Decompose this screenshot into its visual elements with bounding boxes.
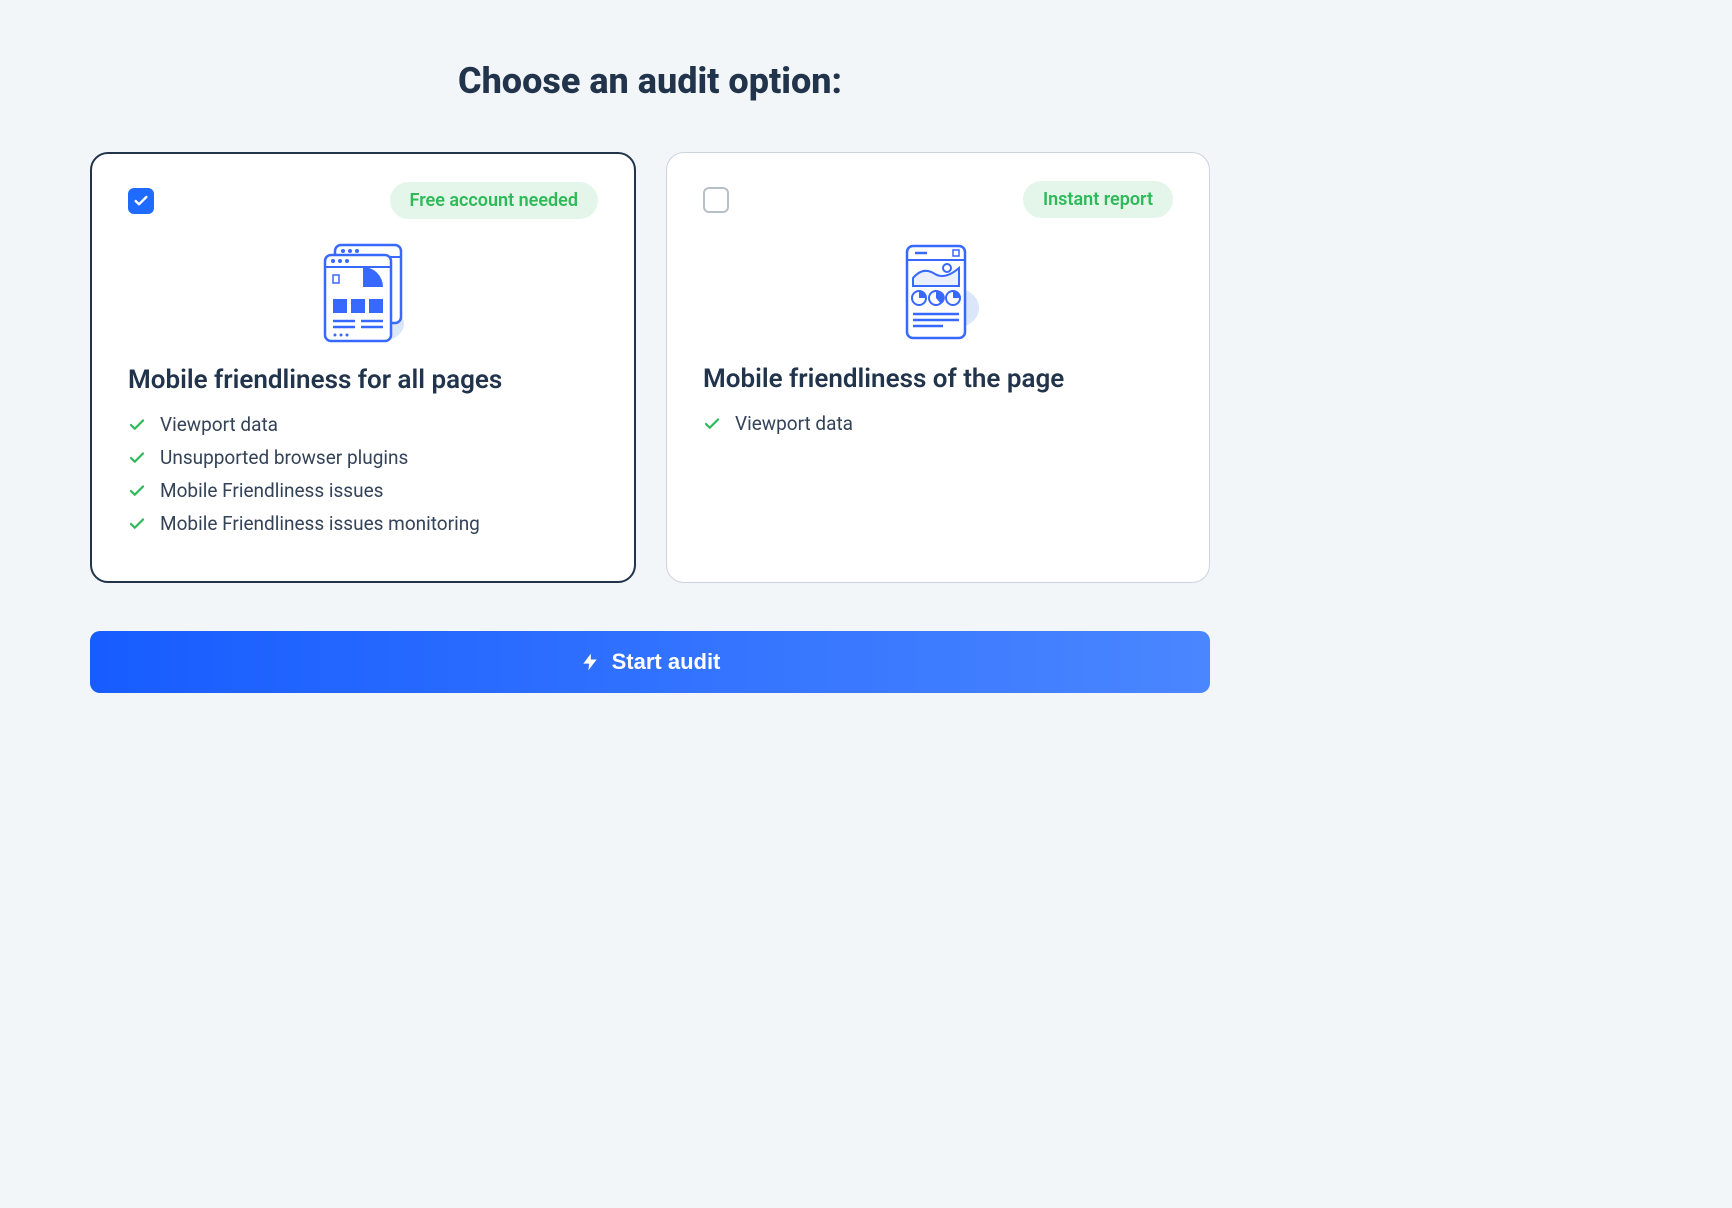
feature-label: Viewport data [735,412,853,435]
mobile-page-icon [883,238,993,348]
feature-list-all-pages: Viewport data Unsupported browser plugin… [128,413,598,535]
checkbox-all-pages[interactable] [128,188,154,214]
checkbox-single-page[interactable] [703,187,729,213]
feature-label: Viewport data [160,413,278,436]
card-header: Instant report [703,181,1173,218]
option-card-all-pages[interactable]: Free account needed [90,152,636,583]
options-row: Free account needed [90,152,1210,583]
feature-label: Unsupported browser plugins [160,446,408,469]
page-title: Choose an audit option: [90,60,1210,102]
check-icon [128,482,146,500]
check-icon [133,193,149,209]
illustration-all-pages [128,239,598,349]
card-title-all-pages: Mobile friendliness for all pages [128,365,598,395]
check-icon [128,416,146,434]
check-icon [703,415,721,433]
badge-free-account: Free account needed [390,182,598,219]
start-audit-label: Start audit [612,649,721,675]
list-item: Viewport data [703,412,1173,435]
illustration-single-page [703,238,1173,348]
feature-list-single-page: Viewport data [703,412,1173,435]
list-item: Mobile Friendliness issues monitoring [128,512,598,535]
option-card-single-page[interactable]: Instant report Mobile friendliness of th… [666,152,1210,583]
bolt-icon [580,652,600,672]
card-header: Free account needed [128,182,598,219]
card-title-single-page: Mobile friendliness of the page [703,364,1173,394]
badge-instant-report: Instant report [1023,181,1173,218]
feature-label: Mobile Friendliness issues [160,479,383,502]
feature-label: Mobile Friendliness issues monitoring [160,512,480,535]
list-item: Mobile Friendliness issues [128,479,598,502]
list-item: Viewport data [128,413,598,436]
check-icon [128,449,146,467]
start-audit-button[interactable]: Start audit [90,631,1210,693]
list-item: Unsupported browser plugins [128,446,598,469]
check-icon [128,515,146,533]
pages-icon [303,239,423,349]
